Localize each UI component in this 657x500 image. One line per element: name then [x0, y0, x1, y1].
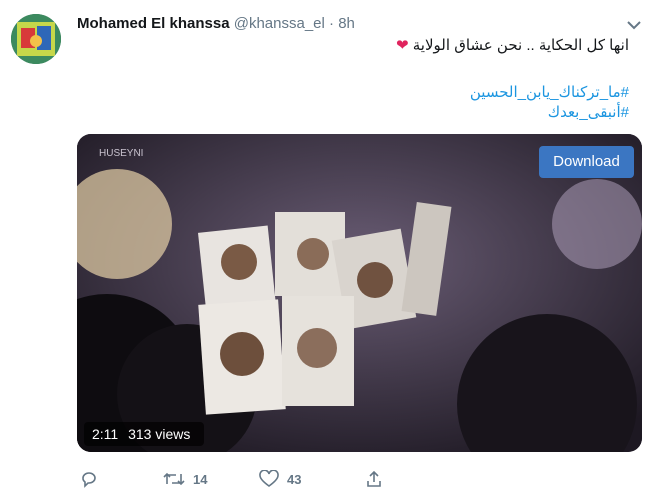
tweet-header: Mohamed El khanssa @khanssa_el · 8h	[77, 14, 355, 34]
like-count: 43	[287, 471, 302, 487]
retweet-icon	[163, 472, 185, 486]
retweet-count: 14	[193, 471, 208, 487]
like-button[interactable]: 43	[259, 470, 301, 488]
time-separator: ·	[329, 15, 335, 32]
heart-emoji: ❤	[396, 37, 409, 54]
video-watermark: HUSEYNI	[99, 148, 143, 159]
tweet-body: انها كل الحكاية .. نحن عشاق الولاية	[412, 37, 629, 54]
share-icon	[367, 470, 381, 487]
tweet-text: انها كل الحكاية .. نحن عشاق الولاية ❤	[396, 36, 629, 56]
retweet-button[interactable]: 14	[163, 470, 207, 488]
reply-button[interactable]	[80, 470, 98, 488]
share-button[interactable]	[365, 470, 383, 488]
tweet-time[interactable]: 8h	[338, 15, 355, 32]
hashtag-2[interactable]: #أنبقى_بعدك	[548, 103, 629, 123]
avatar[interactable]	[11, 14, 61, 64]
view-count: 313 views	[128, 426, 191, 442]
author-handle[interactable]: @khanssa_el	[234, 15, 325, 32]
author-name[interactable]: Mohamed El khanssa	[77, 15, 230, 32]
reply-icon	[82, 472, 96, 488]
video-frame: HUSEYNI	[77, 134, 642, 452]
hashtag-1[interactable]: #ما_تركناك_يابن_الحسين	[470, 83, 629, 103]
chevron-down-icon[interactable]	[626, 18, 642, 30]
video-duration: 2:11	[92, 426, 119, 442]
like-icon	[259, 470, 279, 487]
video-stats: 2:11 313 views	[84, 422, 205, 446]
download-button[interactable]: Download	[539, 146, 634, 178]
video-player[interactable]: HUSEYNI	[77, 134, 642, 452]
